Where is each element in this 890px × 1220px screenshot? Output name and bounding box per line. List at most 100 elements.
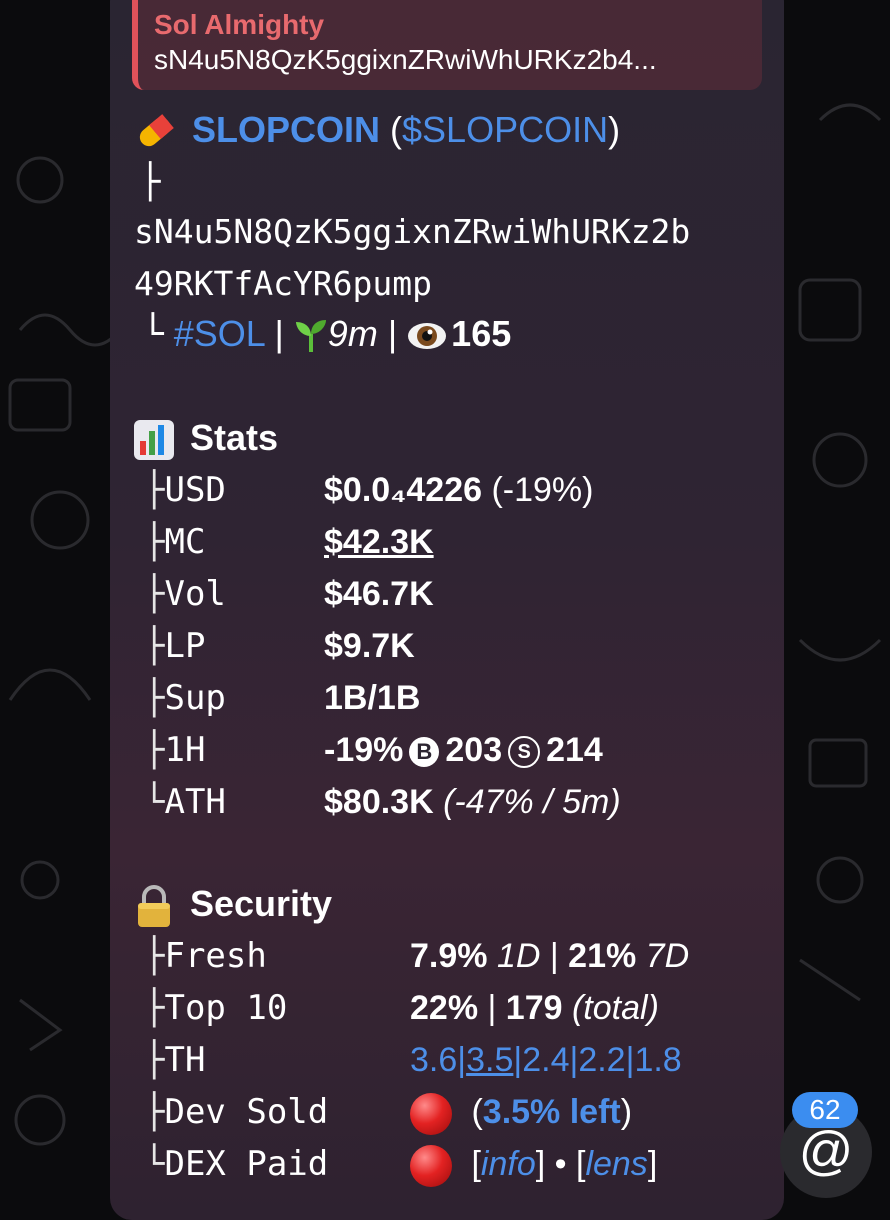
views-count: 165 [451, 313, 512, 354]
red-circle-icon [410, 1093, 452, 1136]
sep: | [478, 989, 506, 1027]
stat-key: LP [164, 626, 206, 666]
stat-key: MC [164, 522, 206, 562]
tree-glyph: ├ [144, 936, 165, 976]
stat-row-mc: ├MC $42.3K [144, 520, 434, 564]
sep: | [540, 937, 569, 975]
paren-open: ( [462, 1093, 483, 1131]
tree-glyph: └ [144, 1144, 165, 1184]
eye-icon [407, 318, 447, 354]
stat-row-lp: ├LP $9.7K [144, 624, 415, 668]
tree-glyph: └ [144, 782, 165, 822]
unread-mentions-badge: 62 [792, 1092, 858, 1128]
sep: | [457, 1041, 467, 1079]
token-name-link[interactable]: SLOPCOIN [192, 109, 380, 150]
holders-label: (total) [571, 989, 659, 1027]
tree-glyph: ├ [144, 626, 165, 666]
security-key: TH [164, 1040, 206, 1080]
sells-count: 214 [546, 731, 603, 769]
pill-icon [134, 111, 176, 153]
meta-sep: | [264, 313, 294, 354]
holder-link[interactable]: 3.6 [410, 1041, 457, 1079]
token-meta-line: └ #SOL | 9m | 165 [142, 312, 511, 357]
contract-address-line1[interactable]: sN4u5N8QzK5ggixnZRwiWhURKz2b [134, 210, 690, 254]
reply-text: sN4u5N8QzK5ggixnZRwiWhURKz2b4... [154, 44, 657, 75]
tree-glyph: ├ [144, 678, 165, 718]
reply-preview[interactable]: Sol Almighty sN4u5N8QzK5ggixnZRwiWhURKz2… [132, 0, 762, 90]
token-age: 9m [327, 313, 378, 354]
holder-link[interactable]: 1.8 [634, 1041, 681, 1079]
security-key: DEX Paid [164, 1144, 329, 1184]
at-icon: @ [798, 1121, 854, 1181]
stat-row-ath: └ATH $80.3K (-47% / 5m) [144, 780, 621, 824]
bracket-mid: ] • [ [535, 1145, 586, 1183]
red-circle-icon [410, 1145, 452, 1188]
holder-link[interactable]: 2.2 [578, 1041, 625, 1079]
stat-extra: (-47% / 5m) [443, 783, 621, 821]
tree-glyph: ├ [144, 522, 165, 562]
tree-glyph: ├ [144, 988, 165, 1028]
security-title: Security [190, 883, 333, 924]
stat-key: USD [164, 470, 226, 510]
lock-icon [134, 884, 174, 928]
contract-address-line2[interactable]: 49RKTfAcYR6pump [134, 262, 432, 306]
bracket-open: [ [462, 1145, 481, 1183]
reply-author: Sol Almighty [154, 9, 325, 40]
stat-value: 1B/1B [324, 679, 421, 717]
stat-value: $46.7K [324, 575, 434, 613]
stat-value: -19% [324, 731, 404, 769]
security-key: Fresh [164, 936, 267, 976]
fresh-1d-value: 7.9% [410, 937, 488, 975]
stat-key: ATH [164, 782, 226, 822]
bar-chart-icon [134, 420, 174, 461]
token-ticker-link[interactable]: $SLOPCOIN [402, 109, 608, 150]
market-cap-link[interactable]: $42.3K [324, 523, 434, 561]
token-header: SLOPCOIN ($SLOPCOIN) [134, 108, 620, 153]
buys-icon: B [409, 737, 440, 768]
tree-branch-top: ├ [140, 162, 161, 202]
fresh-1d-label: 1D [496, 937, 541, 975]
security-key: Dev Sold [164, 1092, 329, 1132]
security-row-th: ├TH 3.6|3.5|2.4|2.2|1.8 [144, 1038, 682, 1082]
sprout-icon [294, 318, 328, 354]
holder-link[interactable]: 2.4 [522, 1041, 569, 1079]
dev-left-link[interactable]: 3.5% left [483, 1093, 621, 1131]
tree-glyph: ├ [144, 470, 165, 510]
paren-close: ) [608, 109, 621, 150]
holders-count: 179 [505, 989, 563, 1027]
sep: | [569, 1041, 579, 1079]
tree-glyph: ├ [144, 1040, 165, 1080]
stat-row-vol: ├Vol $46.7K [144, 572, 434, 616]
tree-glyph: ├ [144, 574, 165, 614]
buys-count: 203 [445, 731, 503, 769]
stat-value: $9.7K [324, 627, 415, 665]
sells-icon: S [508, 736, 541, 769]
stats-heading: Stats [134, 416, 279, 461]
security-key: Top 10 [164, 988, 288, 1028]
stat-key: Vol [164, 574, 226, 614]
tree-branch-end: └ [142, 314, 164, 355]
tree-glyph: ├ [144, 1092, 165, 1132]
stat-extra: (-19%) [482, 471, 594, 509]
chain-hashtag[interactable]: #SOL [174, 313, 265, 354]
sep: | [513, 1041, 523, 1079]
fresh-7d-value: 21% [568, 937, 637, 975]
security-row-top10: ├Top 10 22% | 179 (total) [144, 986, 659, 1030]
fresh-7d-label: 7D [645, 937, 690, 975]
info-link[interactable]: info [481, 1145, 536, 1183]
meta-sep-2: | [377, 313, 408, 354]
stat-row-sup: ├Sup 1B/1B [144, 676, 420, 720]
stat-row-1h: ├1H -19% B 203 S 214 [144, 728, 603, 772]
stat-key: Sup [164, 678, 226, 718]
security-row-dev-sold: ├Dev Sold (3.5% left) [144, 1090, 632, 1136]
stat-value: $0.0₄4226 [324, 471, 483, 509]
holder-link[interactable]: 3.5 [466, 1041, 513, 1079]
stats-title: Stats [190, 417, 279, 458]
security-row-fresh: ├Fresh 7.9% 1D | 21% 7D [144, 934, 689, 978]
security-heading: Security [134, 882, 332, 928]
lens-link[interactable]: lens [585, 1145, 647, 1183]
stat-row-usd: ├USD $0.0₄4226 (-19%) [144, 468, 593, 512]
bracket-close: ] [647, 1145, 658, 1183]
tree-glyph: ├ [144, 730, 165, 770]
top10-percent: 22% [410, 989, 479, 1027]
